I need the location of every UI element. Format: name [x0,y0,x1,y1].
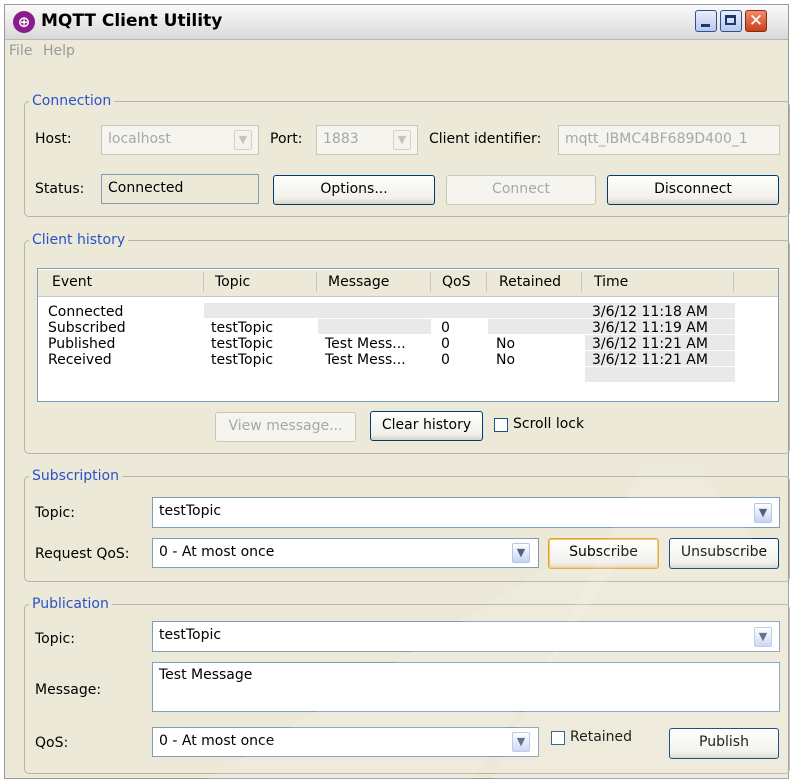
status-label: Status: [35,181,85,197]
app-icon: ⊕ [13,11,35,33]
row-time: 3/6/12 11:19 AM [592,320,708,336]
status-value: Connected [108,180,184,196]
row-qos: 0 [441,336,450,352]
chevron-down-icon[interactable]: ▼ [512,543,530,563]
connection-legend: Connection [32,93,112,109]
row-retained: No [496,352,516,368]
row-event: Received [48,352,112,368]
port-label: Port: [270,131,303,147]
publication-topic-label: Topic: [35,631,75,647]
row-topic: testTopic [211,336,274,352]
history-table-header: Event Topic Message QoS Retained Time [38,270,778,297]
client-id-field[interactable]: mqtt_IBMC4BF689D400_1 [558,125,780,155]
request-qos-select[interactable]: 0 - At most once [152,538,539,568]
row-qos: 0 [441,352,450,368]
menu-help[interactable]: Help [43,43,75,59]
publication-legend: Publication [32,596,109,612]
client-id-value: mqtt_IBMC4BF689D400_1 [565,131,748,147]
publication-qos-value: 0 - At most once [159,733,275,749]
message-textarea[interactable]: Test Message [152,662,780,712]
subscription-topic-label: Topic: [35,505,75,521]
client-id-label: Client identifier: [429,131,542,147]
row-topic: testTopic [211,352,274,368]
retained-checkbox[interactable] [551,731,565,745]
subscribe-button[interactable]: Subscribe [548,538,659,569]
host-value: localhost [108,131,171,147]
column-qos[interactable]: QoS [442,274,470,290]
subscription-legend: Subscription [32,468,119,484]
column-time[interactable]: Time [594,274,628,290]
column-message[interactable]: Message [328,274,389,290]
row-event: Subscribed [48,320,126,336]
column-event[interactable]: Event [52,274,92,290]
row-time: 3/6/12 11:21 AM [592,336,708,352]
column-topic[interactable]: Topic [215,274,250,290]
menu-file[interactable]: File [9,43,32,59]
row-qos: 0 [441,320,450,336]
menu-bar: File Help [5,40,788,62]
port-value: 1883 [323,131,359,147]
publication-qos-label: QoS: [35,735,69,751]
chevron-down-icon[interactable]: ▼ [512,732,530,752]
close-button[interactable]: ✕ [745,10,767,32]
chevron-down-icon[interactable]: ▼ [393,130,411,150]
row-event: Connected [48,304,124,320]
publication-qos-select[interactable]: 0 - At most once [152,727,539,757]
row-event: Published [48,336,116,352]
status-field: Connected [101,174,259,204]
options-button[interactable]: Options... [273,175,435,205]
row-topic: testTopic [211,320,274,336]
row-message: Test Mess... [325,336,406,352]
unsubscribe-button[interactable]: Unsubscribe [669,538,779,569]
publish-button[interactable]: Publish [669,728,779,759]
clear-history-button[interactable]: Clear history [370,411,483,441]
scroll-lock-label: Scroll lock [513,416,585,432]
disconnect-button[interactable]: Disconnect [607,175,779,205]
row-message: Test Mess... [325,352,406,368]
request-qos-label: Request QoS: [35,546,130,562]
close-icon: ✕ [748,11,764,31]
chevron-down-icon[interactable]: ▼ [754,627,772,647]
subscription-topic-combo[interactable]: testTopic [152,497,780,528]
view-message-button[interactable]: View message... [215,412,356,442]
connect-button[interactable]: Connect [446,175,596,205]
row-retained: No [496,336,516,352]
client-history-legend: Client history [32,232,126,248]
retained-label: Retained [570,729,633,745]
minimize-button[interactable] [695,10,717,32]
maximize-button[interactable] [720,10,742,32]
chevron-down-icon[interactable]: ▼ [754,503,772,523]
column-retained[interactable]: Retained [499,274,561,290]
message-label: Message: [35,682,102,698]
request-qos-value: 0 - At most once [159,544,275,560]
scroll-lock-checkbox[interactable] [494,418,508,432]
subscription-topic-value: testTopic [159,503,222,519]
publication-topic-combo[interactable]: testTopic [152,621,780,652]
title-bar[interactable]: ⊕ MQTT Client Utility ✕ [5,5,788,40]
chevron-down-icon[interactable]: ▼ [234,130,252,150]
row-time: 3/6/12 11:21 AM [592,352,708,368]
message-value: Test Message [159,667,253,683]
window-title: MQTT Client Utility [41,11,223,31]
host-label: Host: [35,131,72,147]
publication-topic-value: testTopic [159,627,222,643]
row-time: 3/6/12 11:18 AM [592,304,708,320]
